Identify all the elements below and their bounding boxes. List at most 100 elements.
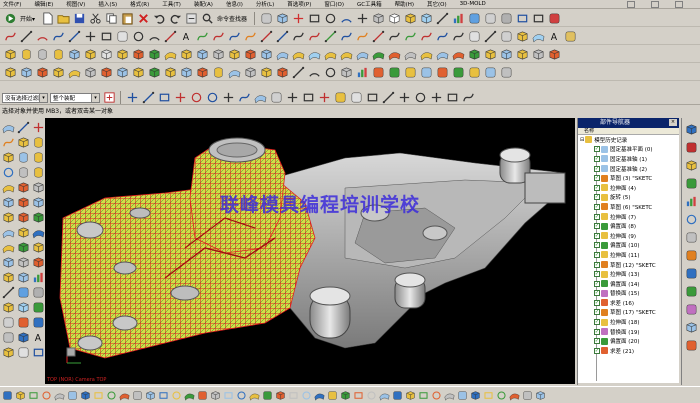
hole-icon[interactable]: [35, 47, 49, 61]
trim-sheet-icon[interactable]: [451, 47, 465, 61]
visibility-checkbox[interactable]: ✓: [594, 194, 600, 201]
pointer-icon[interactable]: [483, 29, 497, 43]
status-tool-5-icon[interactable]: [67, 390, 78, 401]
render-left-icon[interactable]: [16, 285, 30, 299]
resize-blend-icon[interactable]: [67, 65, 81, 79]
offset-curve-icon[interactable]: [195, 29, 209, 43]
trim-body-icon[interactable]: [243, 47, 257, 61]
palette-left-icon[interactable]: [16, 315, 30, 329]
mirror-face-icon[interactable]: [163, 65, 177, 79]
hd3d-tools-icon[interactable]: [684, 194, 699, 208]
visibility-checkbox[interactable]: ✓: [594, 347, 600, 354]
window-left-icon[interactable]: [31, 345, 45, 359]
make-tangent-icon[interactable]: [227, 65, 241, 79]
status-tool-21-icon[interactable]: [275, 390, 286, 401]
tree-node[interactable]: ✓ 拉伸面 (7): [578, 212, 679, 222]
status-tool-36-icon[interactable]: [470, 390, 481, 401]
thicken-icon[interactable]: [227, 47, 241, 61]
gc-6-icon[interactable]: [467, 65, 481, 79]
snap-bounded-icon[interactable]: [301, 91, 315, 105]
tree-node[interactable]: ✓ 偏置面 (10): [578, 241, 679, 251]
menu-item-1[interactable]: 编辑(E): [34, 0, 53, 8]
menu-item-14[interactable]: 3D-MOLD: [460, 1, 486, 7]
start-icon[interactable]: [3, 11, 17, 25]
visibility-checkbox[interactable]: ✓: [594, 242, 600, 249]
pmi-left-icon[interactable]: A: [31, 330, 45, 344]
visibility-checkbox[interactable]: ✓: [594, 232, 600, 239]
lock-icon[interactable]: [483, 11, 497, 25]
offset-surface-icon[interactable]: [307, 47, 321, 61]
tree-node[interactable]: ✓ 草图 (6) "SKETC: [578, 202, 679, 212]
move-icon[interactable]: [531, 47, 545, 61]
status-tool-9-icon[interactable]: [119, 390, 130, 401]
menu-item-8[interactable]: 分析(L): [256, 0, 274, 8]
status-tool-31-icon[interactable]: [405, 390, 416, 401]
visibility-checkbox[interactable]: ✓: [594, 155, 600, 162]
thicken-left-icon[interactable]: [16, 225, 30, 239]
boss-icon[interactable]: [51, 47, 65, 61]
undo-icon[interactable]: [152, 11, 166, 25]
tree-root-model-history[interactable]: ⊟ 模型历史记录: [578, 135, 679, 145]
face-select-icon[interactable]: [365, 91, 379, 105]
point-icon[interactable]: [83, 29, 97, 43]
scale-body-icon[interactable]: [515, 47, 529, 61]
wcs-icon[interactable]: [291, 11, 305, 25]
offset-region-icon[interactable]: [35, 65, 49, 79]
smooth-icon[interactable]: [435, 29, 449, 43]
make-parallel-icon[interactable]: [259, 65, 273, 79]
status-tool-14-icon[interactable]: [184, 390, 195, 401]
view-orient-icon[interactable]: [403, 11, 417, 25]
pocket-icon[interactable]: [67, 47, 81, 61]
block-icon[interactable]: [1, 150, 15, 164]
chamfer-left-icon[interactable]: [16, 180, 30, 194]
patch-left-icon[interactable]: [1, 240, 15, 254]
sketch-icon[interactable]: [1, 135, 15, 149]
status-tool-29-icon[interactable]: [379, 390, 390, 401]
status-tool-41-icon[interactable]: [535, 390, 546, 401]
status-tool-1-icon[interactable]: [15, 390, 26, 401]
snap-intersection-icon[interactable]: [173, 91, 187, 105]
status-tool-37-icon[interactable]: [483, 390, 494, 401]
measure-left-icon[interactable]: [1, 285, 15, 299]
formula-icon[interactable]: A: [547, 29, 561, 43]
menu-item-10[interactable]: 窗口(O): [324, 0, 344, 8]
general-select-icon[interactable]: [102, 91, 116, 105]
draft-left-icon[interactable]: [1, 195, 15, 209]
tree-node[interactable]: ✓ 替换面 (15): [578, 289, 679, 299]
status-tool-19-icon[interactable]: [249, 390, 260, 401]
tree-node[interactable]: ✓ 固定基准轴 (2): [578, 164, 679, 174]
snap-control-icon[interactable]: [157, 91, 171, 105]
subtract-left-icon[interactable]: [16, 210, 30, 224]
paste-icon[interactable]: [120, 11, 134, 25]
split-body-icon[interactable]: [259, 47, 273, 61]
symbol-icon[interactable]: [467, 29, 481, 43]
unite-icon[interactable]: [115, 47, 129, 61]
status-tool-26-icon[interactable]: [340, 390, 351, 401]
intersect-left-icon[interactable]: [31, 210, 45, 224]
status-tool-35-icon[interactable]: [457, 390, 468, 401]
status-tool-12-icon[interactable]: [158, 390, 169, 401]
split-left-icon[interactable]: [31, 195, 45, 209]
radial-dimension-icon[interactable]: [323, 65, 337, 79]
status-tool-22-icon[interactable]: [288, 390, 299, 401]
tree-node[interactable]: ✓ 固定基准平面 (0): [578, 145, 679, 155]
tree-node[interactable]: ✓ 旋转 (5): [578, 193, 679, 203]
text-icon[interactable]: A: [179, 29, 193, 43]
tree-node[interactable]: ✓ 拉伸面 (13): [578, 269, 679, 279]
status-tool-6-icon[interactable]: [80, 390, 91, 401]
cylinder-icon[interactable]: [16, 150, 30, 164]
edge-select-icon[interactable]: [381, 91, 395, 105]
redo-icon[interactable]: [168, 11, 182, 25]
tree-node[interactable]: ✓ 偏置面 (8): [578, 221, 679, 231]
section-left-icon[interactable]: [16, 300, 30, 314]
visibility-checkbox[interactable]: ✓: [594, 280, 600, 287]
status-tool-32-icon[interactable]: [418, 390, 429, 401]
divide-icon[interactable]: [371, 29, 385, 43]
tool-left-icon[interactable]: [1, 315, 15, 329]
start-button[interactable]: 开始▾: [20, 14, 35, 23]
status-tool-15-icon[interactable]: [197, 390, 208, 401]
screen-icon[interactable]: [515, 11, 529, 25]
status-tool-0-icon[interactable]: [2, 390, 13, 401]
tree-node[interactable]: ✓ 求差 (16): [578, 298, 679, 308]
extend-icon[interactable]: [275, 29, 289, 43]
